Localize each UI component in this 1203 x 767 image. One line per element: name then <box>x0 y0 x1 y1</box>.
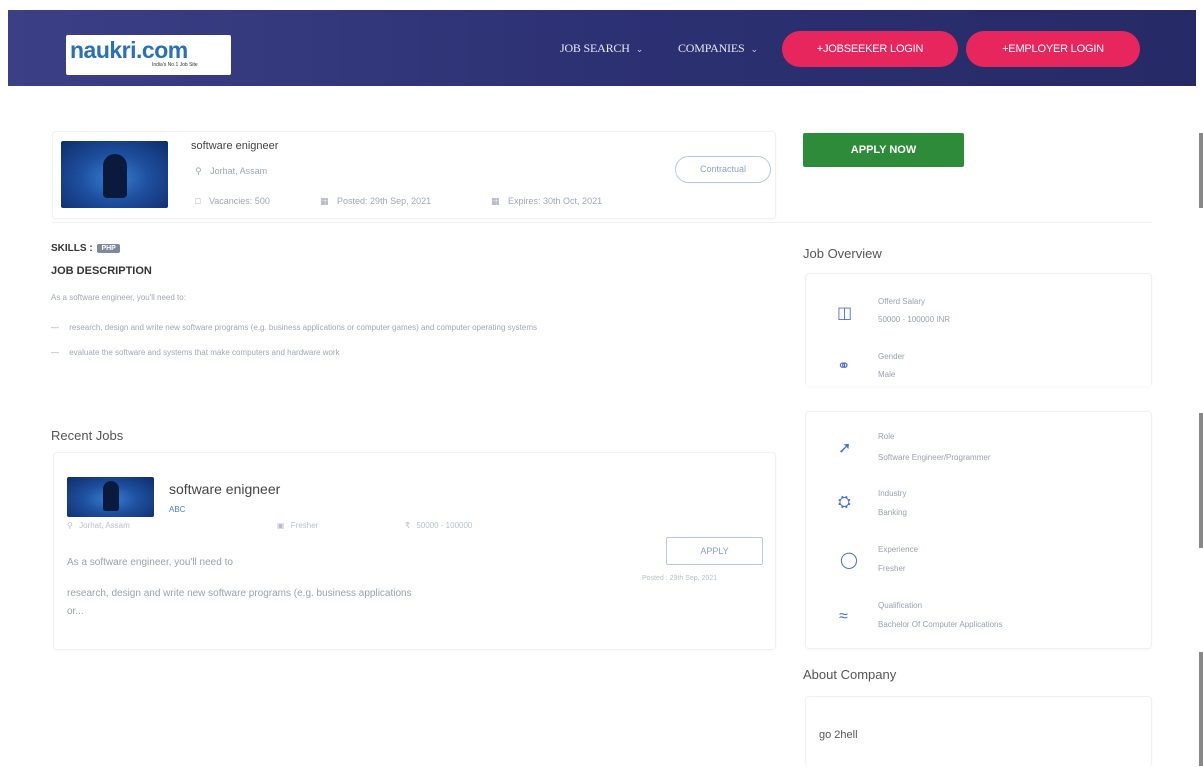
about-company-heading: About Company <box>803 667 897 682</box>
document-icon: □ <box>195 196 201 206</box>
recent-job-card[interactable]: software enigneer ABC ⚲ Jorhat, Assam ▣ … <box>53 452 776 650</box>
posted-row: ▦ Posted: 29th Sep, 2021 <box>320 196 431 207</box>
recent-job-snippet-line: or... <box>67 606 84 617</box>
expires-text: Expires: 30th Oct, 2021 <box>508 196 603 206</box>
recent-job-title[interactable]: software enigneer <box>169 481 280 497</box>
industry-icon: ⛭ <box>838 494 851 511</box>
recent-job-snippet-line: research, design and write new software … <box>67 588 412 599</box>
job-thumbnail <box>61 141 168 208</box>
overview-value: 50000 - 100000 INR <box>878 315 951 324</box>
bullet-text: research, design and write new software … <box>69 323 538 332</box>
recent-job-salary-row: ₹ 50000 - 100000 <box>405 521 472 530</box>
employer-login-button[interactable]: +EMPLOYER LOGIN <box>966 31 1140 67</box>
job-location-row: ⚲ Jorhat, Assam <box>195 166 267 177</box>
overview-label: Experience <box>878 545 919 554</box>
job-description-bullet: — evaluate the software and systems that… <box>51 348 340 357</box>
overview-label: Gender <box>878 352 905 361</box>
briefcase-icon: ▣ <box>277 521 285 530</box>
rupee-icon: ₹ <box>405 521 411 530</box>
chevron-down-icon: ⌄ <box>635 44 644 54</box>
location-pin-icon: ⚲ <box>195 166 202 176</box>
overview-label: Offerd Salary <box>878 297 925 306</box>
overview-value: Software Engineer/Programmer <box>878 453 991 462</box>
overview-value: Fresher <box>878 564 906 573</box>
recent-job-salary: 50000 - 100000 <box>416 521 473 530</box>
recent-job-experience: Fresher <box>290 521 319 530</box>
vacancies-text: Vacancies: 500 <box>208 196 270 206</box>
job-description-intro: As a software engineer, you'll need to: <box>51 293 186 302</box>
pin-icon: ➚ <box>838 440 852 457</box>
nav-companies[interactable]: COMPANIES ⌄ <box>678 41 758 56</box>
calendar-icon: ▦ <box>320 196 329 206</box>
recent-job-thumbnail <box>67 477 154 517</box>
chevron-down-icon: ⌄ <box>750 44 758 54</box>
nav-job-search[interactable]: JOB SEARCH ⌄ <box>560 41 643 56</box>
apply-button[interactable]: APPLY <box>666 537 763 565</box>
money-icon: ◫ <box>837 305 853 322</box>
scrollbar-thumb[interactable] <box>1199 133 1203 208</box>
nav-job-search-label: JOB SEARCH <box>560 41 630 55</box>
overview-label: Role <box>878 432 895 441</box>
recent-job-company[interactable]: ABC <box>169 505 185 514</box>
logo-text: naukri.com <box>70 37 188 63</box>
overview-value: Banking <box>878 508 907 517</box>
overview-value: Male <box>878 370 896 379</box>
recent-job-location-row: ⚲ Jorhat, Assam <box>67 521 130 530</box>
skills-label: SKILLS : <box>51 243 93 254</box>
job-overview-card-top: ◫ Offerd Salary 50000 - 100000 INR ⚭ Gen… <box>805 273 1152 386</box>
job-overview-heading: Job Overview <box>803 246 882 261</box>
overview-label: Industry <box>878 489 907 498</box>
job-location: Jorhat, Assam <box>210 166 268 176</box>
contractual-button[interactable]: Contractual <box>675 156 771 183</box>
skills-row: SKILLS : PHP <box>51 243 120 254</box>
job-description-heading: JOB DESCRIPTION <box>51 265 152 277</box>
about-company-text: go 2hell <box>819 729 858 741</box>
expires-row: ▦ Expires: 30th Oct, 2021 <box>491 196 602 207</box>
calendar-icon: ▦ <box>491 196 500 206</box>
overview-value: Bachelor Of Computer Applications <box>878 620 1003 629</box>
overview-label: Qualification <box>878 601 923 610</box>
person-silhouette <box>102 154 127 199</box>
posted-text: Posted: 29th Sep, 2021 <box>337 196 432 206</box>
recent-job-posted: Posted : 29th Sep, 2021 <box>642 575 718 582</box>
about-company-card: go 2hell <box>805 696 1152 767</box>
bullet-text: evaluate the software and systems that m… <box>69 348 340 357</box>
qualification-icon: ≈ <box>839 608 848 625</box>
top-navbar: naukri.com India's No.1 Job Site JOB SEA… <box>8 10 1196 86</box>
apply-now-button[interactable]: APPLY NOW <box>803 133 964 167</box>
vacancies-row: □ Vacancies: 500 <box>195 196 270 206</box>
recent-job-location: Jorhat, Assam <box>79 521 130 530</box>
recent-jobs-heading: Recent Jobs <box>51 428 124 443</box>
job-description-bullet: — research, design and write new softwar… <box>51 323 537 332</box>
divider <box>52 222 1152 223</box>
site-logo[interactable]: naukri.com India's No.1 Job Site <box>66 35 231 75</box>
person-silhouette <box>102 481 119 511</box>
jobseeker-login-button[interactable]: +JOBSEEKER LOGIN <box>782 31 958 67</box>
job-overview-card-bottom: ➚ Role Software Engineer/Programmer ⛭ In… <box>805 411 1152 649</box>
job-summary-card: software enigneer ⚲ Jorhat, Assam Contra… <box>52 131 776 219</box>
recent-job-snippet-line: As a software engineer, you'll need to <box>67 557 233 568</box>
job-title: software enigneer <box>191 140 279 152</box>
nav-companies-label: COMPANIES <box>678 41 745 55</box>
skill-badge: PHP <box>97 244 120 253</box>
dash-icon: — <box>51 323 59 332</box>
gender-icon: ⚭ <box>837 358 851 375</box>
dash-icon: — <box>51 348 59 357</box>
shield-icon: ◯ <box>840 552 858 569</box>
scrollbar-thumb[interactable] <box>1199 652 1203 766</box>
scrollbar-thumb[interactable] <box>1199 413 1203 548</box>
recent-job-experience-row: ▣ Fresher <box>277 521 318 530</box>
location-pin-icon: ⚲ <box>67 521 73 530</box>
logo-tagline: India's No.1 Job Site <box>152 62 198 68</box>
